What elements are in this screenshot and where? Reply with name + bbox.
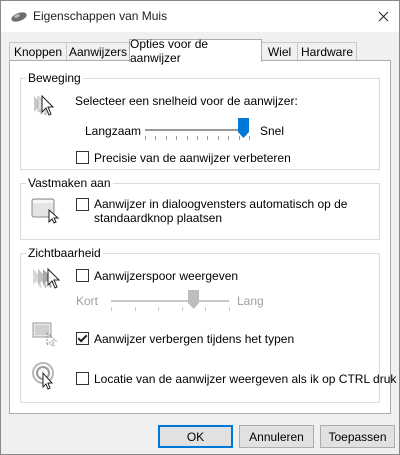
slider-tick [155, 136, 157, 140]
snap-to-checkbox[interactable] [76, 198, 89, 211]
apply-button[interactable]: Toepassen [320, 425, 395, 448]
speed-slider-thumb[interactable] [238, 118, 250, 138]
pointer-speed-icon [34, 94, 55, 116]
ctrl-locate-icon [32, 362, 54, 390]
slider-tick [205, 307, 207, 311]
slider-tick [186, 136, 188, 140]
show-location-ctrl-label: Locatie van de aanwijzer weergeven als i… [94, 372, 397, 386]
snap-option-line2: standaardknop plaatsen [94, 211, 223, 225]
visibility-group: Zichtbaarheid Aanwijzerspoor weergeven K… [20, 246, 396, 403]
slider-tick [145, 136, 146, 140]
tab-buttons[interactable]: Knoppen [9, 42, 67, 61]
slider-tick [134, 307, 136, 311]
tab-hardware[interactable]: Hardware [297, 42, 357, 61]
slider-tick [229, 307, 230, 311]
trail-long-label: Lang [237, 294, 264, 308]
trail-short-label: Kort [76, 294, 99, 308]
tab-pointer-options[interactable]: Opties voor de aanwijzer [129, 37, 262, 65]
close-icon [378, 11, 388, 22]
mouse-icon [11, 12, 27, 22]
title-bar: Eigenschappen van Muis [1, 1, 399, 32]
snap-to-button-icon [31, 198, 60, 224]
slider-tick [207, 136, 209, 140]
pointer-trails-icon [33, 267, 61, 289]
slider-tick [181, 307, 183, 311]
tab-pointers[interactable]: Aanwijzers [66, 42, 130, 61]
slider-tick [111, 307, 112, 311]
snap-option-line1: Aanwijzer in dialoogvensters automatisch… [94, 197, 348, 211]
snap-to-group: Vastmaken aan Aanwijzer in dialoogvenste… [20, 176, 380, 240]
hide-while-typing-label: Aanwijzer verbergen tijdens het typen [94, 332, 295, 346]
speed-slider-track[interactable] [145, 129, 249, 131]
snap-group-label: Vastmaken aan [26, 176, 113, 190]
mouse-properties-window: Eigenschappen van Muis Knoppen Aanwijzer… [0, 0, 400, 455]
close-button[interactable] [367, 1, 399, 32]
pointer-trails-label: Aanwijzerspoor weergeven [94, 269, 239, 283]
tab-wheel[interactable]: Wiel [261, 42, 298, 61]
precision-checkbox[interactable] [76, 151, 89, 164]
window-title: Eigenschappen van Muis [33, 9, 168, 23]
slider-tick [176, 136, 178, 140]
slider-tick [228, 136, 230, 140]
slider-tick [158, 307, 160, 311]
slider-tick [165, 136, 167, 140]
pointer-trails-checkbox[interactable] [76, 269, 89, 282]
visibility-group-label: Zichtbaarheid [26, 246, 103, 260]
show-location-ctrl-checkbox[interactable] [76, 372, 89, 385]
speed-prompt: Selecteer een snelheid voor de aanwijzer… [75, 94, 298, 108]
hide-while-typing-checkbox[interactable] [76, 332, 89, 345]
precision-label: Precisie van de aanwijzer verbeteren [94, 151, 291, 165]
hide-pointer-icon [32, 322, 58, 347]
ok-button[interactable]: OK [158, 425, 233, 448]
tab-panel: Beweging Selecteer een snelheid voor de … [9, 60, 396, 414]
slider-tick [197, 136, 198, 140]
speed-fast-label: Snel [260, 124, 285, 138]
slider-tick [217, 136, 219, 140]
trail-length-slider-track[interactable] [111, 300, 229, 302]
trail-length-slider-thumb[interactable] [188, 290, 200, 309]
cancel-button[interactable]: Annuleren [239, 425, 314, 448]
motion-group: Beweging Selecteer een snelheid voor de … [20, 71, 380, 170]
speed-slow-label: Langzaam [85, 124, 142, 138]
motion-group-label: Beweging [26, 71, 83, 85]
